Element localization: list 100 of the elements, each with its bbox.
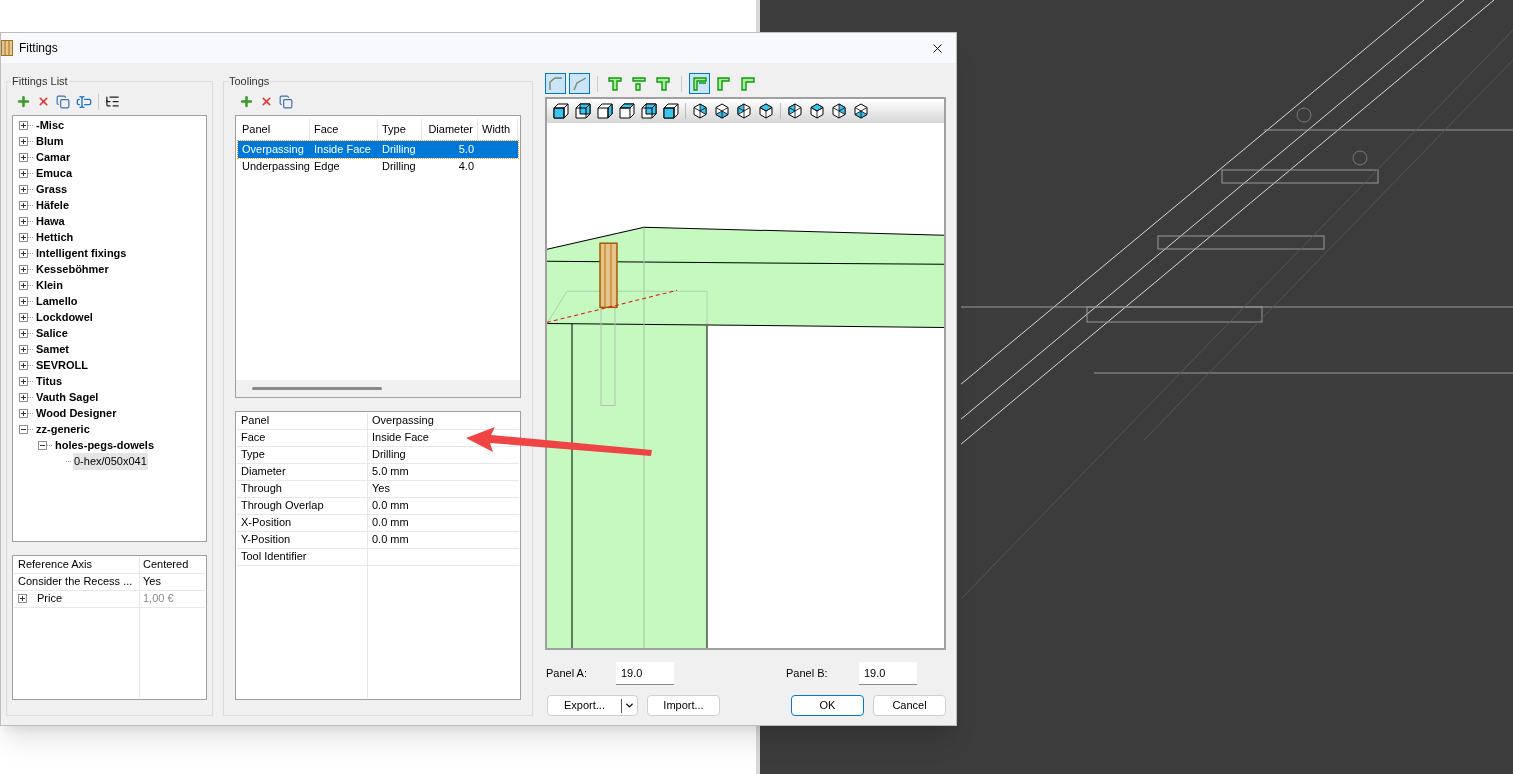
- collapse-icon[interactable]: [38, 441, 47, 450]
- column-header[interactable]: Width: [478, 118, 518, 140]
- tree-item[interactable]: 0-hex/050x041: [73, 453, 148, 470]
- add-icon[interactable]: [16, 94, 31, 109]
- rename-icon[interactable]: [76, 93, 92, 110]
- delete-icon[interactable]: [37, 95, 50, 108]
- property-value[interactable]: Yes: [143, 573, 161, 590]
- expand-icon[interactable]: [19, 217, 28, 226]
- expand-icon[interactable]: [19, 201, 28, 210]
- tree-item[interactable]: Intelligent fixings: [35, 245, 128, 262]
- tree-item[interactable]: Kesseböhmer: [35, 261, 110, 278]
- joint-view-button[interactable]: [689, 73, 710, 94]
- expand-icon[interactable]: [19, 345, 28, 354]
- expand-icon[interactable]: [19, 329, 28, 338]
- view-iso-icon[interactable]: [787, 103, 803, 119]
- expand-icon[interactable]: [19, 281, 28, 290]
- table-cell-text: Inside Face: [314, 141, 371, 157]
- view-cube-icon[interactable]: [619, 103, 635, 119]
- expand-icon[interactable]: [19, 137, 28, 146]
- expand-icon[interactable]: [19, 393, 28, 402]
- view-cube-icon[interactable]: [663, 103, 679, 119]
- view-iso-icon[interactable]: [758, 103, 774, 119]
- expand-icon[interactable]: [19, 297, 28, 306]
- dialog-button[interactable]: Import...: [647, 695, 720, 716]
- collapse-icon[interactable]: [19, 425, 28, 434]
- view-cube-icon[interactable]: [597, 103, 613, 119]
- property-name: Consider the Recess ...: [18, 574, 133, 590]
- view-iso-icon[interactable]: [692, 103, 708, 119]
- column-header[interactable]: Type: [378, 118, 422, 140]
- expand-icon[interactable]: [19, 265, 28, 274]
- tree-item[interactable]: Vauth Sagel: [35, 389, 100, 406]
- expand-icon[interactable]: [19, 249, 28, 258]
- export-button[interactable]: Export...: [547, 695, 638, 716]
- tree-item[interactable]: Salice: [35, 325, 69, 342]
- view-iso-icon[interactable]: [809, 103, 825, 119]
- group-title: Toolings: [228, 74, 271, 89]
- property-value[interactable]: Yes: [372, 480, 390, 497]
- column-header[interactable]: Face: [310, 118, 378, 140]
- expand-icon[interactable]: [19, 361, 28, 370]
- tree-item[interactable]: Blum: [35, 133, 65, 150]
- property-value[interactable]: 0.0 mm: [372, 531, 409, 548]
- view-iso-icon[interactable]: [714, 103, 730, 119]
- delete-icon[interactable]: [260, 95, 273, 108]
- property-name: Y-Position: [241, 532, 291, 548]
- view-iso-icon[interactable]: [853, 103, 869, 119]
- property-value[interactable]: Inside Face: [372, 429, 429, 446]
- property-value[interactable]: 5.0 mm: [372, 463, 409, 480]
- joint-view-button[interactable]: [545, 73, 566, 94]
- dropdown-icon[interactable]: [624, 700, 635, 711]
- tree-item[interactable]: zz-generic: [35, 421, 91, 438]
- column-header[interactable]: Diameter: [422, 118, 478, 140]
- property-name: Through Overlap: [241, 498, 324, 514]
- joint-view-button[interactable]: [569, 73, 590, 94]
- property-name: Reference Axis: [18, 557, 92, 573]
- tree-item[interactable]: Titus: [35, 373, 64, 390]
- tree-item[interactable]: SEVROLL: [35, 357, 89, 374]
- tree-item[interactable]: holes-pegs-dowels: [54, 437, 156, 454]
- tree-item[interactable]: Wood Designer: [35, 405, 118, 422]
- expand-icon[interactable]: [19, 233, 28, 242]
- ok-button[interactable]: OK: [791, 695, 864, 716]
- tree-item[interactable]: Klein: [35, 277, 64, 294]
- tree-item[interactable]: Emuca: [35, 165, 74, 182]
- expand-icon[interactable]: [19, 153, 28, 162]
- tree-item[interactable]: Camar: [35, 149, 72, 166]
- tree-item[interactable]: Hettich: [35, 229, 75, 246]
- table-row[interactable]: Underpassing Edge Drilling 4.0: [238, 157, 518, 175]
- property-value[interactable]: Drilling: [372, 446, 406, 463]
- view-iso-icon[interactable]: [736, 103, 752, 119]
- view-cube-icon[interactable]: [575, 103, 591, 119]
- dialog-button[interactable]: Cancel: [873, 695, 946, 716]
- column-header[interactable]: Panel: [238, 118, 310, 140]
- expand-icon[interactable]: [19, 121, 28, 130]
- view-cube-icon[interactable]: [553, 103, 569, 119]
- property-name: Tool Identifier: [241, 549, 307, 565]
- table-row[interactable]: Overpassing Inside Face Drilling 5.0: [238, 140, 518, 158]
- tree-item[interactable]: -Misc: [35, 117, 66, 134]
- panel-a-field[interactable]: 19.0: [616, 662, 674, 685]
- horizontal-scrollbar[interactable]: [236, 379, 520, 397]
- tree-item[interactable]: Hawa: [35, 213, 66, 230]
- expand-icon[interactable]: [19, 313, 28, 322]
- view-cube-icon[interactable]: [641, 103, 657, 119]
- expand-icon[interactable]: [19, 169, 28, 178]
- view-iso-icon[interactable]: [831, 103, 847, 119]
- property-value[interactable]: Overpassing: [372, 412, 434, 429]
- tree-item[interactable]: Samet: [35, 341, 71, 358]
- tree-item[interactable]: Lockdowel: [35, 309, 94, 326]
- add-icon[interactable]: [239, 94, 254, 109]
- tree-item[interactable]: Lamello: [35, 293, 79, 310]
- expand-icon[interactable]: [19, 185, 28, 194]
- tree-item[interactable]: Häfele: [35, 197, 71, 214]
- expand-icon[interactable]: [19, 409, 28, 418]
- copy-icon[interactable]: [279, 94, 293, 109]
- expand-icon[interactable]: [19, 377, 28, 386]
- copy-icon[interactable]: [56, 94, 70, 109]
- property-value[interactable]: 0.0 mm: [372, 514, 409, 531]
- property-value[interactable]: 0.0 mm: [372, 497, 409, 514]
- property-value[interactable]: Centered: [143, 556, 189, 573]
- panel-b-field[interactable]: 19.0: [859, 662, 917, 685]
- tree-item[interactable]: Grass: [35, 181, 69, 198]
- add-folder-icon[interactable]: [105, 94, 120, 109]
